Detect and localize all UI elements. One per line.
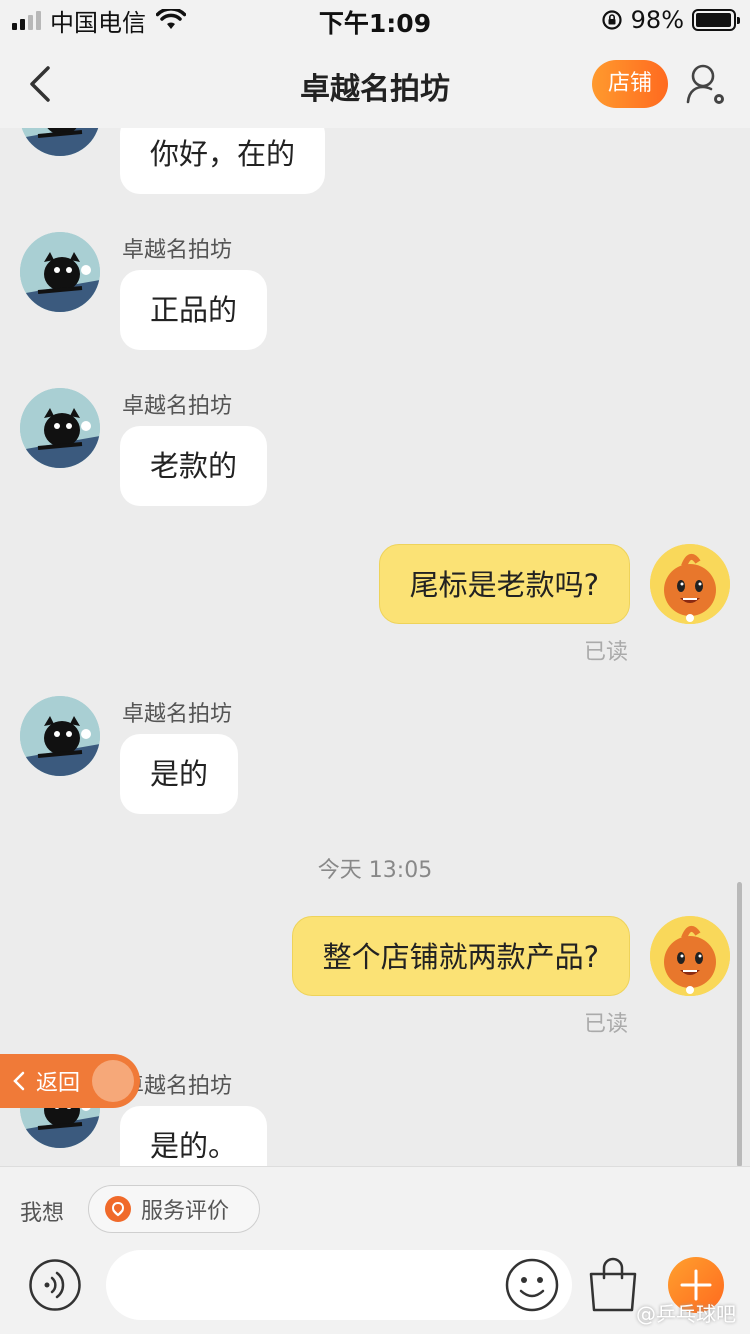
shop-avatar[interactable] (20, 388, 100, 468)
read-status: 已读 (583, 640, 628, 665)
chip-label: 服务评价 (141, 1199, 230, 1224)
chevron-left-icon (13, 1071, 25, 1091)
shop-avatar[interactable] (20, 696, 100, 776)
emoji-icon[interactable] (504, 1257, 560, 1313)
quick-actions-label: 我想 (20, 1201, 65, 1226)
message-bubble: 是的。 (120, 1106, 268, 1166)
service-review-chip[interactable]: 服务评价 (88, 1185, 260, 1233)
shopping-bag-icon[interactable] (586, 1256, 640, 1314)
sender-name: 卓越名拍坊 (122, 702, 233, 727)
message-bubble: 是的 (120, 734, 239, 814)
message-bubble: 正品的 (120, 270, 268, 350)
shop-avatar[interactable] (20, 232, 100, 312)
my-message-bubble: 尾标是老款吗? (378, 544, 630, 624)
read-status: 已读 (583, 1012, 628, 1037)
battery-icon (692, 9, 740, 31)
voice-input-icon[interactable] (28, 1258, 82, 1312)
chat-scrollbar[interactable] (737, 882, 742, 1166)
battery-percent: 98% (630, 6, 684, 34)
sender-name: 卓越名拍坊 (122, 394, 233, 419)
message-bubble: 你好，在的 (120, 128, 326, 194)
rotation-lock-icon (602, 10, 622, 30)
my-message-bubble: 整个店铺就两款产品? (291, 916, 630, 996)
message-input[interactable] (106, 1250, 572, 1320)
shop-avatar[interactable] (20, 128, 100, 156)
quick-actions-bar: 我想 服务评价 (0, 1166, 750, 1248)
shop-button[interactable]: 店铺 (592, 60, 668, 108)
service-review-icon (105, 1196, 131, 1222)
floating-back-button[interactable]: 返回 (0, 1054, 140, 1108)
status-bar: 中国电信 下午1:09 98% (0, 0, 750, 40)
drag-handle[interactable] (92, 1060, 134, 1102)
nav-bar: 卓越名拍坊 店铺 (0, 40, 750, 128)
watermark: @乒乓球吧 (636, 1302, 736, 1326)
sender-name: 卓越名拍坊 (122, 238, 233, 263)
floating-back-label: 返回 (36, 1071, 81, 1096)
message-bubble: 老款的 (120, 426, 268, 506)
user-settings-icon[interactable] (685, 62, 729, 108)
chat-timestamp: 今天 13:05 (317, 858, 433, 883)
input-bar: @乒乓球吧 (0, 1248, 750, 1334)
my-avatar[interactable] (650, 544, 730, 624)
my-avatar[interactable] (650, 916, 730, 996)
chat-area[interactable]: 你好，在的 卓越名拍坊 正品的 卓越名拍坊 老款的 尾标是老款吗? 已读 卓越名… (0, 128, 750, 1166)
